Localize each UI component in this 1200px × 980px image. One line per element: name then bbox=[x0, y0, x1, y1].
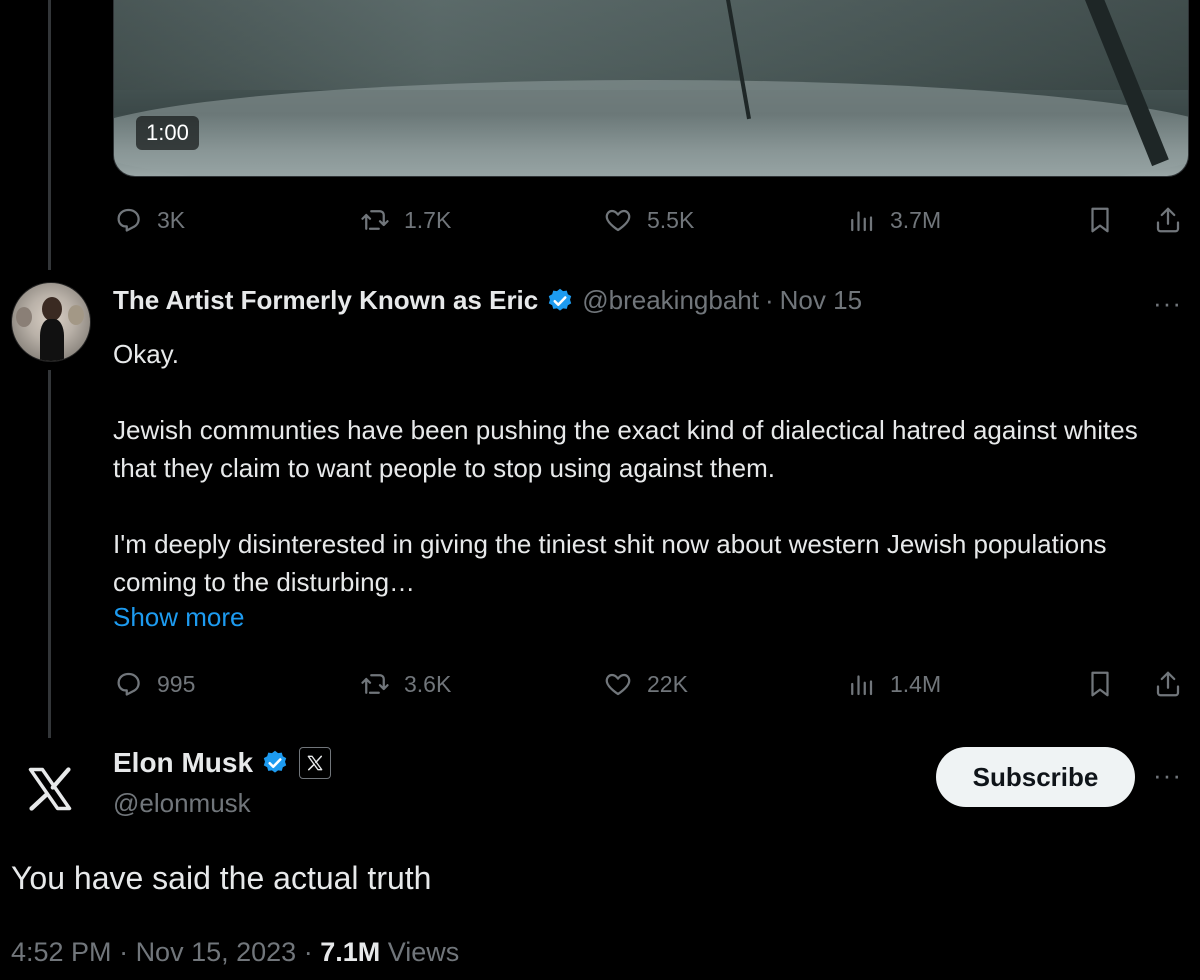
tweet-text: Okay. Jewish communties have been pushin… bbox=[113, 335, 1153, 601]
repost-count: 1.7K bbox=[404, 206, 452, 233]
like-count: 5.5K bbox=[647, 206, 695, 233]
repost-count: 3.6K bbox=[404, 670, 452, 697]
reply-button[interactable]: 3K bbox=[113, 200, 185, 240]
author-name[interactable]: The Artist Formerly Known as Eric bbox=[113, 285, 538, 316]
more-options-icon[interactable]: ··· bbox=[1153, 760, 1182, 791]
analytics-icon bbox=[851, 211, 873, 232]
views-button[interactable]: 3.7M bbox=[846, 200, 941, 240]
reply-count: 995 bbox=[157, 670, 196, 697]
heart-icon bbox=[605, 673, 631, 696]
bookmark-icon bbox=[1091, 207, 1109, 233]
author-handle[interactable]: @breakingbaht bbox=[582, 285, 759, 316]
verified-badge-icon bbox=[263, 750, 287, 773]
verified-badge-icon bbox=[549, 288, 572, 311]
reply-author-line: The Artist Formerly Known as Eric @break… bbox=[113, 285, 862, 316]
affiliation-x-icon[interactable] bbox=[299, 747, 332, 779]
tweet-time[interactable]: 4:52 PM bbox=[11, 937, 112, 967]
repost-icon bbox=[361, 674, 389, 694]
heart-icon bbox=[605, 209, 631, 232]
author-name[interactable]: Elon Musk bbox=[113, 747, 253, 779]
analytics-icon bbox=[851, 675, 873, 696]
tweet-paragraph: I'm deeply disinterested in giving the t… bbox=[113, 529, 1107, 597]
separator-dot: · bbox=[111, 937, 136, 967]
repost-button[interactable]: 3.6K bbox=[360, 664, 451, 704]
thread-line-top bbox=[48, 0, 51, 270]
separator-dot: · bbox=[764, 285, 774, 315]
video-duration: 1:00 bbox=[136, 116, 199, 150]
bookmark-icon bbox=[1091, 671, 1109, 697]
views-count: 7.1M bbox=[320, 937, 381, 967]
tweet-meta: 4:52 PM · Nov 15, 2023 · 7.1M Views bbox=[11, 937, 459, 968]
subscribe-button[interactable]: Subscribe bbox=[936, 747, 1135, 807]
more-options-icon[interactable]: ··· bbox=[1153, 288, 1182, 319]
share-icon bbox=[1156, 671, 1180, 697]
tweet-paragraph: Okay. bbox=[113, 339, 179, 369]
bookmark-button[interactable] bbox=[1085, 664, 1115, 704]
tweet-date[interactable]: Nov 15, 2023 bbox=[136, 937, 297, 967]
thread-line-reply bbox=[48, 370, 51, 738]
tweet-actions-reply: 995 3.6K 22K 1.4M bbox=[113, 664, 1188, 704]
share-icon bbox=[1156, 207, 1180, 233]
tweet-actions-top: 3K 1.7K 5.5K 3.7M bbox=[113, 200, 1188, 240]
reply-count: 3K bbox=[157, 206, 186, 233]
bookmark-button[interactable] bbox=[1085, 200, 1115, 240]
views-count: 1.4M bbox=[890, 670, 942, 697]
share-button[interactable] bbox=[1153, 200, 1183, 240]
like-count: 22K bbox=[647, 670, 688, 697]
share-button[interactable] bbox=[1153, 664, 1183, 704]
show-more-link[interactable]: Show more bbox=[113, 602, 245, 633]
x-logo-icon bbox=[28, 767, 72, 811]
repost-icon bbox=[361, 210, 389, 230]
like-button[interactable]: 5.5K bbox=[603, 200, 694, 240]
tweet-paragraph: Jewish communties have been pushing the … bbox=[113, 415, 1138, 483]
tweet-date[interactable]: Nov 15 bbox=[780, 285, 862, 316]
views-label: Views bbox=[380, 937, 460, 967]
author-handle[interactable]: @elonmusk bbox=[113, 788, 251, 819]
reply-icon bbox=[117, 672, 140, 696]
views-button[interactable]: 1.4M bbox=[846, 664, 941, 704]
main-author-line: Elon Musk bbox=[113, 747, 332, 779]
like-button[interactable]: 22K bbox=[603, 664, 688, 704]
main-tweet-text: You have said the actual truth bbox=[11, 860, 432, 896]
video-player[interactable] bbox=[113, 0, 1189, 177]
avatar[interactable] bbox=[11, 750, 89, 828]
reply-icon bbox=[117, 208, 140, 232]
reply-button[interactable]: 995 bbox=[113, 664, 195, 704]
separator-dot: · bbox=[296, 937, 321, 967]
repost-button[interactable]: 1.7K bbox=[360, 200, 451, 240]
avatar[interactable] bbox=[11, 282, 91, 362]
views-count: 3.7M bbox=[890, 206, 942, 233]
